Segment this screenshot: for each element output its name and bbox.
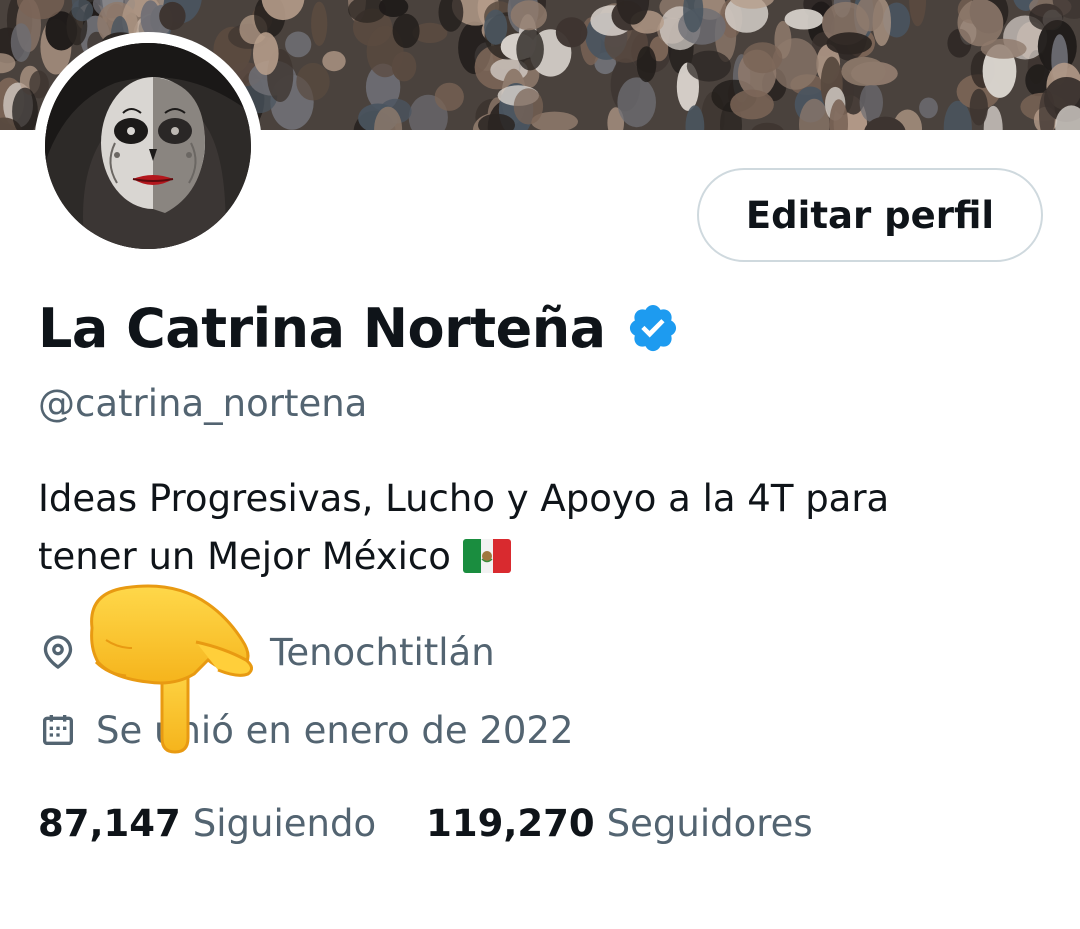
display-name: La Catrina Norteña — [38, 296, 606, 360]
avatar[interactable] — [45, 43, 251, 249]
following-link[interactable]: 87,147 Siguiendo — [38, 802, 376, 845]
following-label: Siguiendo — [192, 801, 377, 845]
location-text: Tenochtitlán — [270, 630, 495, 674]
profile-location: Tenochtitlán — [38, 624, 495, 680]
edit-profile-button[interactable]: Editar perfil — [697, 168, 1043, 262]
followers-link[interactable]: 119,270 Seguidores — [426, 802, 813, 845]
followers-label: Seguidores — [606, 801, 813, 845]
map-pin-icon — [43, 635, 73, 670]
mexico-flag-icon — [462, 539, 511, 573]
profile-bio: Ideas Progresivas, Lucho y Apoyo a la 4T… — [38, 470, 1048, 586]
verified-badge-icon[interactable] — [626, 301, 680, 355]
bio-line: Ideas Progresivas, Lucho y Apoyo a la 4T… — [38, 477, 890, 520]
bio-line: tener un Mejor México — [38, 535, 451, 578]
joined-text: Se unió en enero de 2022 — [96, 708, 574, 752]
user-handle: @catrina_nortena — [38, 382, 368, 425]
follow-stats: 87,147 Siguiendo 119,270 Seguidores — [38, 795, 813, 851]
profile-name-row: La Catrina Norteña — [38, 290, 680, 366]
profile-joined-date: Se unió en enero de 2022 — [38, 702, 574, 758]
following-count: 87,147 — [38, 801, 181, 845]
catrina-portrait — [45, 43, 251, 249]
followers-count: 119,270 — [426, 801, 595, 845]
calendar-icon — [43, 715, 73, 745]
bio-line-wrap: tener un Mejor México — [38, 528, 1048, 586]
